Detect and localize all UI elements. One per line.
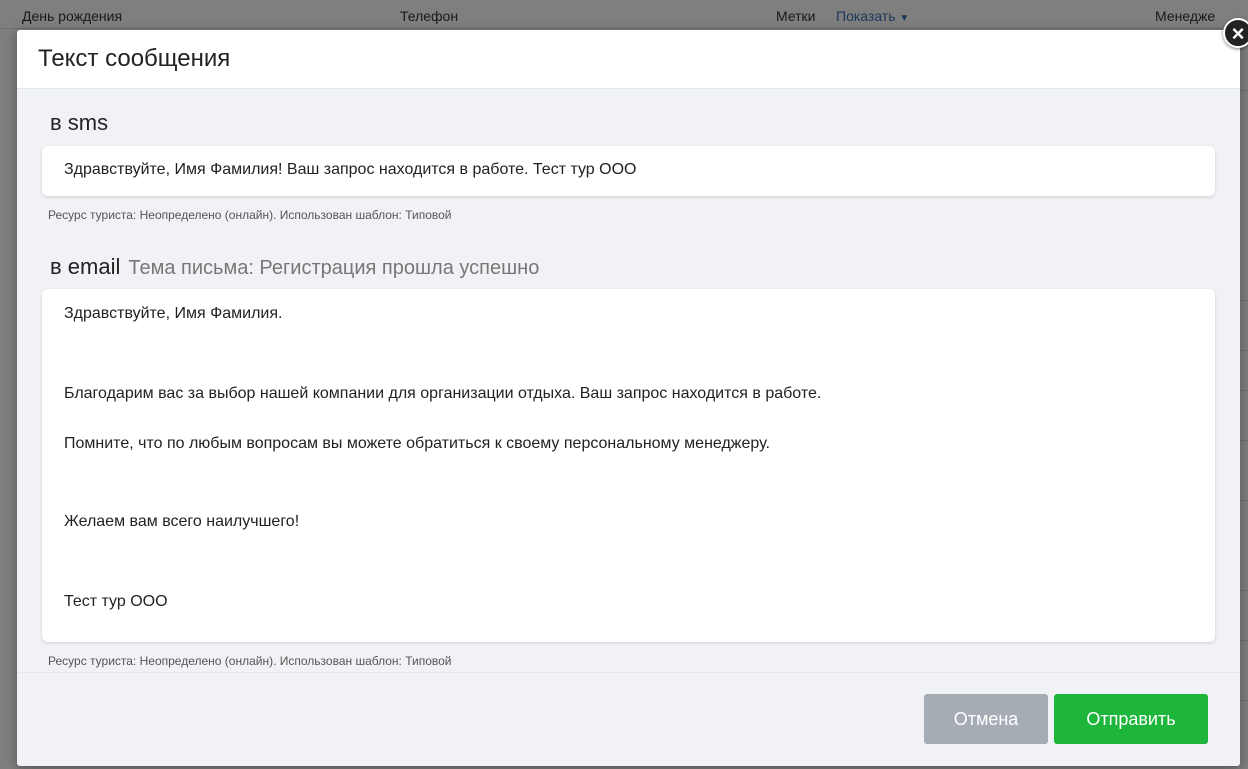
email-line: Тест тур ООО — [64, 593, 168, 610]
email-text-box: Здравствуйте, Имя Фамилия. Благодарим ва… — [42, 289, 1215, 642]
email-line: Благодарим вас за выбор нашей компании д… — [64, 385, 822, 402]
email-section-label: в email — [50, 254, 121, 279]
email-section-header: в email Тема письма: Регистрация прошла у… — [50, 254, 539, 280]
sms-text-box: Здравствуйте, Имя Фамилия! Ваш запрос на… — [42, 146, 1215, 196]
sms-section-label: в sms — [50, 110, 109, 135]
sms-meta-info: Ресурс туриста: Неопределено (онлайн). И… — [48, 208, 452, 222]
email-subject: Тема письма: Регистрация прошла успешно — [128, 257, 540, 279]
close-icon: × — [1231, 21, 1245, 46]
email-line: Здравствуйте, Имя Фамилия. — [64, 305, 283, 322]
message-text-modal: Текст сообщения в sms Здравствуйте, Имя … — [17, 30, 1240, 766]
close-button[interactable]: × — [1223, 18, 1248, 48]
email-meta-info: Ресурс туриста: Неопределено (онлайн). И… — [48, 654, 452, 668]
cancel-button[interactable]: Отмена — [924, 694, 1048, 744]
email-line: Помните, что по любым вопросам вы можете… — [64, 435, 770, 452]
send-button[interactable]: Отправить — [1054, 694, 1208, 744]
modal-title: Текст сообщения — [38, 45, 231, 72]
modal-header: Текст сообщения — [17, 30, 1240, 89]
sms-message-text: Здравствуйте, Имя Фамилия! Ваш запрос на… — [64, 161, 637, 178]
email-line: Желаем вам всего наилучшего! — [64, 513, 300, 530]
